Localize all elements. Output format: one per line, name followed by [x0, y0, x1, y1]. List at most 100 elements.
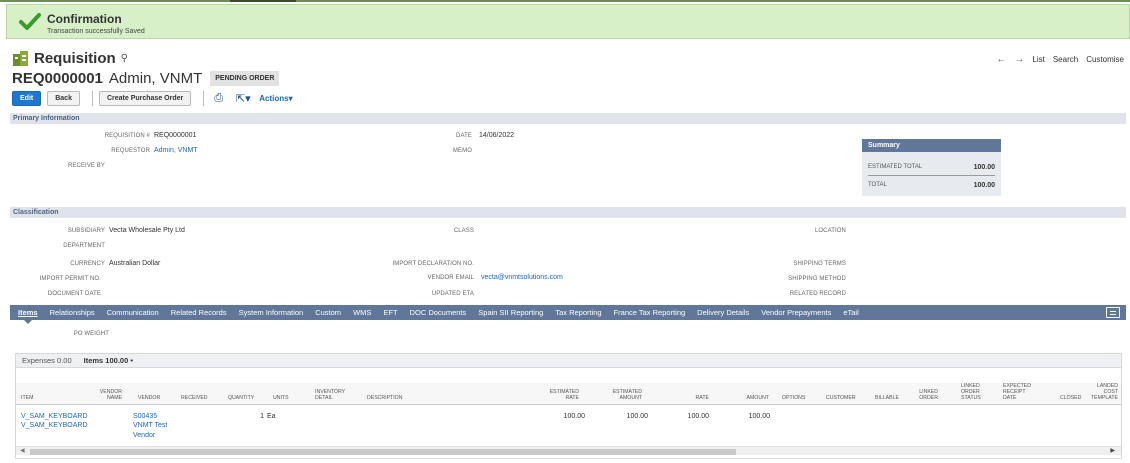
shipping-terms-label: SHIPPING TERMS — [793, 261, 846, 267]
col-description[interactable]: DESCRIPTION — [367, 395, 402, 401]
tab-etail[interactable]: eTail — [843, 308, 858, 317]
col-amount[interactable]: AMOUNT — [736, 395, 769, 401]
col-item[interactable]: ITEM — [21, 395, 33, 401]
tab-eft[interactable]: EFT — [383, 308, 397, 317]
scrollbar-thumb[interactable] — [30, 449, 736, 455]
vendor-link[interactable]: S00435 — [133, 412, 157, 421]
col-quantity[interactable]: QUANTITY — [228, 395, 254, 401]
nav-list-link[interactable]: List — [1032, 55, 1044, 64]
print-icon[interactable]: ⎙ — [210, 91, 227, 106]
primary-information-header[interactable]: Primary Information — [10, 113, 1126, 124]
tab-custom[interactable]: Custom — [315, 308, 341, 317]
document-date-label: DOCUMENT DATE — [47, 291, 101, 297]
subsidiary-label: SUBSIDIARY — [67, 228, 105, 234]
item-link[interactable]: V_SAM_KEYBOARD — [21, 421, 88, 430]
horizontal-scrollbar[interactable]: ◀ ▶ — [16, 446, 1121, 455]
tab-relationships[interactable]: Relationships — [50, 308, 95, 317]
requestor-link[interactable]: Admin, VNMT — [154, 147, 198, 154]
tab-wms[interactable]: WMS — [353, 308, 371, 317]
checkmark-icon — [19, 13, 41, 30]
record-number: REQ0000001 — [12, 70, 103, 87]
col-closed[interactable]: CLOSED — [1060, 395, 1081, 401]
record-name: Admin, VNMT — [108, 70, 203, 87]
top-accent-line — [0, 0, 1130, 2]
subtab-items-label: Items 100.00 — [83, 356, 129, 365]
nav-customise-link[interactable]: Customise — [1086, 55, 1124, 64]
items-sublist: Expenses 0.00 Items 100.00 • ITEM VENDOR… — [15, 353, 1122, 459]
button-divider — [203, 91, 205, 106]
confirmation-banner: Confirmation Transaction successfully Sa… — [6, 4, 1130, 39]
status-badge: PENDING ORDER — [210, 71, 280, 86]
updated-eta-label: UPDATED ETA — [431, 291, 474, 297]
tab-system-information[interactable]: System Information — [239, 308, 304, 317]
scroll-left-icon[interactable]: ◀ — [20, 447, 25, 454]
estimated-total-label: ESTIMATED TOTAL — [868, 164, 923, 170]
tab-items[interactable]: Items — [18, 308, 38, 317]
export-icon[interactable]: ⇱▾ — [232, 91, 254, 106]
receive-by-label: RECEIVE BY — [67, 163, 105, 169]
classification-header[interactable]: Classification — [10, 207, 1126, 218]
memo-label: MEMO — [452, 148, 472, 154]
estimated-rate-cell: 100.00 — [563, 413, 585, 420]
tab-related-records[interactable]: Related Records — [171, 308, 227, 317]
col-estimated-amount[interactable]: ESTIMATED AMOUNT — [599, 389, 642, 401]
subtab-expenses[interactable]: Expenses 0.00 — [16, 356, 78, 365]
top-accent-active — [230, 0, 296, 2]
tab-spain-sii-reporting[interactable]: Spain SII Reporting — [478, 308, 543, 317]
actions-menu[interactable]: Actions▾ — [259, 94, 292, 103]
department-label: DEPARTMENT — [63, 243, 105, 249]
edit-button[interactable]: Edit — [12, 91, 42, 106]
tab-vendor-prepayments[interactable]: Vendor Prepayments — [761, 308, 831, 317]
tab-delivery-details[interactable]: Delivery Details — [697, 308, 749, 317]
nav-search-link[interactable]: Search — [1053, 55, 1078, 64]
create-purchase-order-button[interactable]: Create Purchase Order — [98, 91, 192, 106]
subtab-items-marker: • — [130, 356, 133, 365]
vendor-link[interactable]: VNMT Test — [133, 421, 167, 430]
col-units[interactable]: UNITS — [273, 395, 289, 401]
po-weight-label: PO WEIGHT — [73, 331, 109, 337]
summary-box: Summary ESTIMATED TOTAL 100.00 TOTAL 100… — [862, 139, 1001, 196]
tab-france-tax-reporting[interactable]: France Tax Reporting — [614, 308, 686, 317]
subtab-items[interactable]: Items 100.00 • — [78, 356, 139, 365]
rate-cell: 100.00 — [687, 413, 709, 420]
currency-value: Australian Dollar — [109, 260, 161, 267]
col-estimated-rate[interactable]: ESTIMATED RATE — [536, 389, 579, 401]
col-expected-receipt-date[interactable]: EXPECTED RECEIPT DATE — [1003, 383, 1037, 401]
search-icon[interactable]: ⚲ — [121, 53, 128, 64]
tab-tax-reporting[interactable]: Tax Reporting — [555, 308, 601, 317]
col-rate[interactable]: RATE — [676, 395, 709, 401]
item-link[interactable]: V_SAM_KEYBOARD — [21, 412, 88, 421]
total-label: TOTAL — [868, 182, 887, 188]
col-customer[interactable]: CUSTOMER — [826, 395, 856, 401]
grid-header: ITEM VENDOR NAME VENDOR RECEIVED QUANTIT… — [16, 383, 1121, 405]
grid-menu-icon[interactable] — [1106, 307, 1120, 318]
col-linked-order-status[interactable]: LINKED ORDER STATUS — [961, 383, 985, 401]
scroll-right-icon[interactable]: ▶ — [1110, 447, 1115, 454]
col-vendor-name[interactable]: VENDOR NAME — [96, 389, 122, 401]
actions-label: Actions — [259, 94, 289, 103]
col-received[interactable]: RECEIVED — [181, 395, 208, 401]
estimated-total-value: 100.00 — [973, 163, 995, 171]
col-linked-order[interactable]: LINKED ORDER — [912, 389, 938, 401]
related-record-label: RELATED RECORD — [789, 291, 846, 297]
vendor-email-link[interactable]: vecta@vnmtsolutions.com — [481, 274, 563, 281]
col-options[interactable]: OPTIONS — [782, 395, 805, 401]
date-value: 14/06/2022 — [479, 132, 515, 139]
arrow-left-icon[interactable]: ← — [996, 54, 1006, 65]
tab-doc-documents[interactable]: DOC Documents — [410, 308, 467, 317]
sublist-tabs: Expenses 0.00 Items 100.00 • — [16, 354, 1121, 368]
col-billable[interactable]: BILLABLE — [875, 395, 899, 401]
confirmation-message: Transaction successfully Saved — [47, 28, 145, 35]
col-inventory-detail[interactable]: INVENTORY DETAIL — [315, 389, 351, 401]
date-label: DATE — [456, 133, 472, 139]
class-label: CLASS — [453, 228, 474, 234]
col-vendor[interactable]: VENDOR — [138, 395, 160, 401]
vendor-link[interactable]: Vendor — [133, 431, 155, 440]
back-button[interactable]: Back — [47, 91, 80, 106]
col-landed-cost-template[interactable]: LANDED COST TEMPLATE — [1086, 383, 1118, 401]
arrow-right-icon[interactable]: → — [1014, 54, 1024, 65]
tab-communication[interactable]: Communication — [107, 308, 159, 317]
subsidiary-value: Vecta Wholesale Pty Ltd — [109, 227, 185, 234]
summary-total: TOTAL 100.00 — [868, 179, 995, 191]
requisition-icon — [13, 51, 28, 66]
